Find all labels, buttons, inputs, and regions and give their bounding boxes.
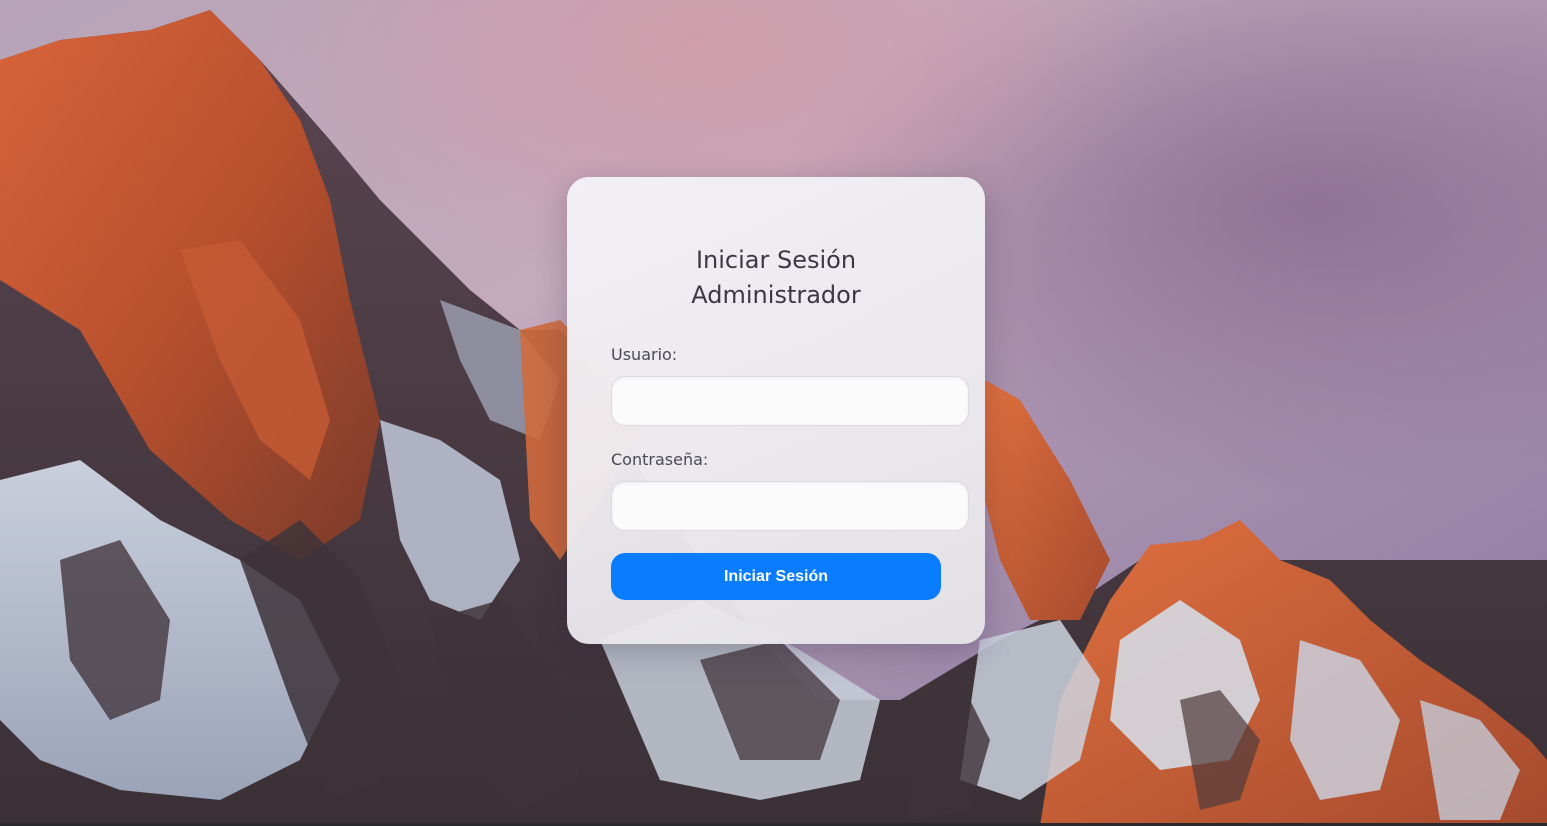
password-input[interactable]: [611, 481, 969, 531]
login-card: Iniciar Sesión Administrador Usuario: Co…: [567, 177, 985, 644]
login-title: Iniciar Sesión Administrador: [567, 243, 985, 313]
username-label: Usuario:: [611, 345, 678, 364]
login-title-line1: Iniciar Sesión: [695, 246, 857, 274]
login-title-line2: Administrador: [691, 281, 861, 309]
password-label: Contraseña:: [611, 450, 709, 469]
username-input[interactable]: [611, 376, 969, 426]
login-submit-button[interactable]: Iniciar Sesión: [611, 553, 941, 600]
